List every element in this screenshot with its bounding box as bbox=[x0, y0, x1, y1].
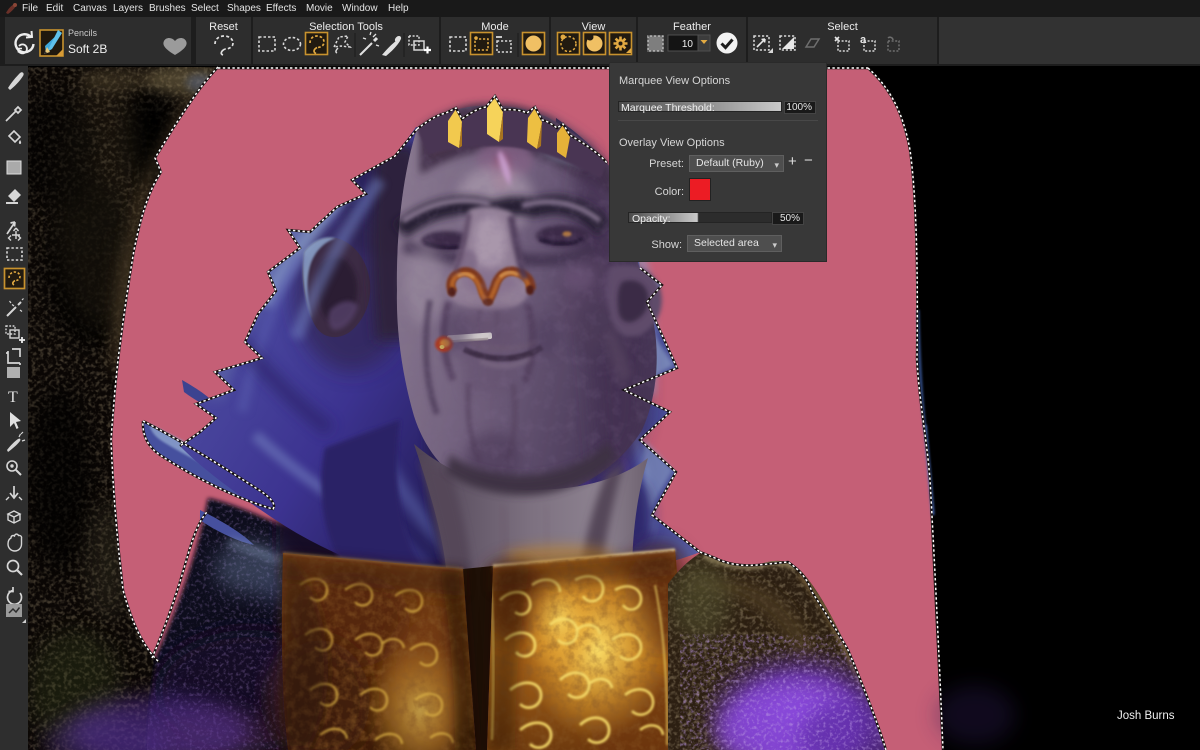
svg-text:T: T bbox=[8, 389, 18, 406]
svg-text:Soft 2B: Soft 2B bbox=[68, 42, 107, 56]
svg-text:Pencils: Pencils bbox=[68, 28, 98, 38]
svg-text:10: 10 bbox=[682, 39, 694, 50]
svg-text:Josh Burns: Josh Burns bbox=[1117, 710, 1175, 722]
svg-text:a: a bbox=[860, 34, 867, 46]
